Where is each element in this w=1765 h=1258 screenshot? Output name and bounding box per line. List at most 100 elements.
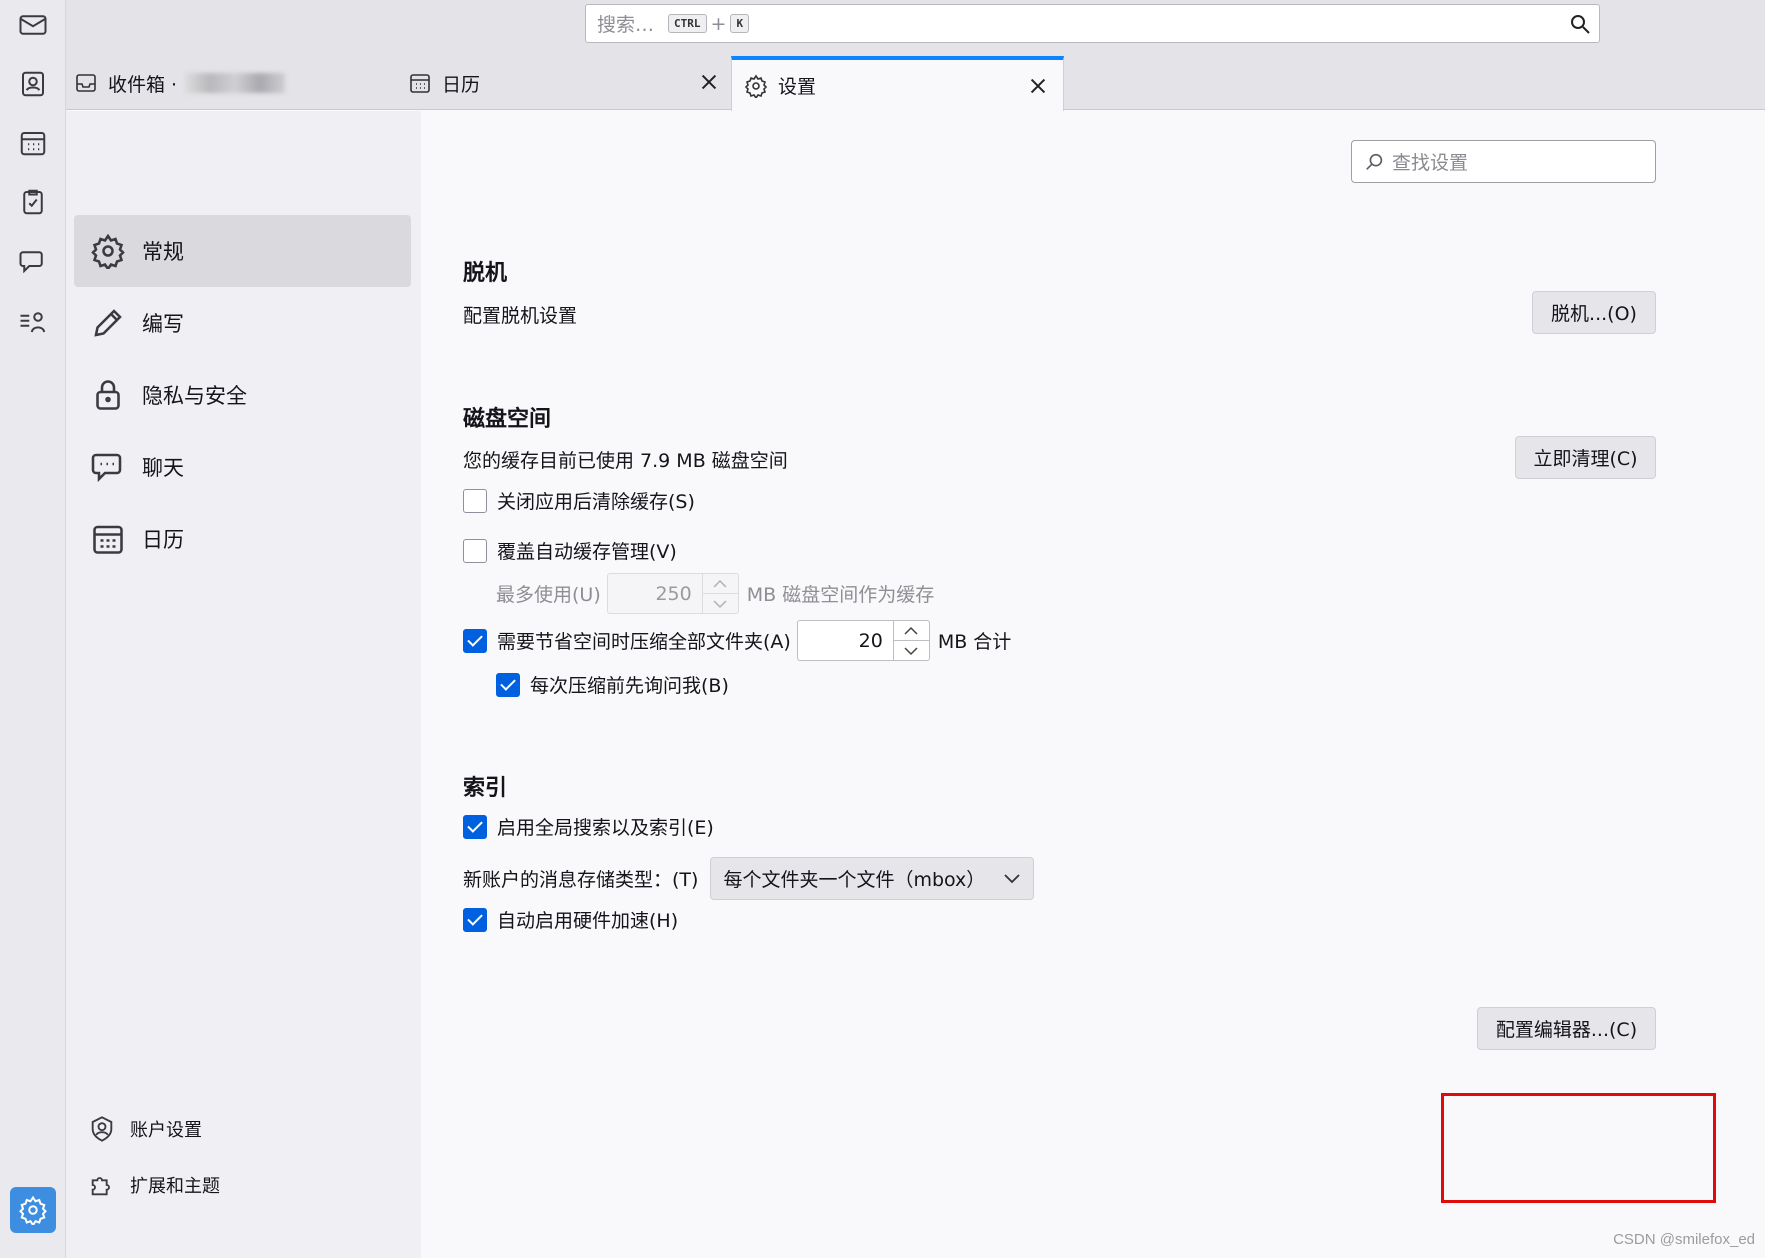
accounts-icon[interactable] (15, 304, 51, 340)
max-cache-value: 250 (655, 582, 692, 605)
tab-calendar[interactable]: 日历 (408, 56, 728, 110)
cache-usage-desc: 您的缓存目前已使用 7.9 MB 磁盘空间 (463, 450, 788, 472)
max-cache-row: 最多使用(U) 250 MB 磁盘空间作为缓存 (496, 573, 934, 614)
kbd-plus: + (710, 12, 727, 35)
max-use-label: 最多使用(U) (496, 584, 601, 606)
global-search-input[interactable]: 搜索… CTRL + K (585, 4, 1600, 43)
mail-icon[interactable] (15, 7, 51, 43)
address-book-icon[interactable] (15, 66, 51, 102)
redacted-account (185, 73, 286, 93)
tab-settings[interactable]: 设置 (731, 56, 1064, 111)
config-editor-button[interactable]: 配置编辑器...(C) (1477, 1007, 1656, 1050)
clear-cache-label: 立即清理(C) (1533, 448, 1638, 470)
nav-label: 日历 (142, 528, 184, 552)
clear-cache-button[interactable]: 立即清理(C) (1515, 436, 1656, 479)
spin-down-icon[interactable] (893, 640, 929, 660)
gear-icon (744, 74, 768, 98)
settings-nav: 常规 编写 隐私与安全 聊天 日历 账户设置 扩展和主题 (66, 111, 421, 1258)
config-editor-label: 配置编辑器...(C) (1495, 1019, 1638, 1041)
ask-before-checkbox[interactable] (496, 672, 520, 697)
settings-space-button[interactable] (10, 1187, 56, 1233)
hw-accel-row[interactable]: 自动启用硬件加速(H) (463, 906, 678, 933)
close-icon[interactable] (1027, 75, 1049, 97)
tab-bar: 收件箱 · 日历 设置 (66, 56, 1765, 111)
max-cache-stepper[interactable]: 250 (606, 573, 739, 614)
section-title-offline: 脱机 (463, 261, 508, 286)
tasks-icon[interactable] (15, 184, 51, 220)
nav-label: 隐私与安全 (142, 384, 247, 408)
tab-inbox[interactable]: 收件箱 · (74, 56, 394, 110)
find-placeholder: 查找设置 (1392, 152, 1469, 174)
section-title-disk: 磁盘空间 (463, 407, 552, 432)
calendar-icon (410, 74, 430, 93)
compact-checkbox[interactable] (463, 628, 487, 653)
kbd-ctrl: CTRL (668, 14, 707, 33)
section-title-indexing: 索引 (463, 776, 508, 801)
search-icon[interactable] (1568, 12, 1592, 36)
search-placeholder: 搜索… (597, 14, 655, 36)
spin-up-icon[interactable] (894, 621, 929, 640)
storage-type-value: 每个文件夹一个文件（mbox） (723, 869, 986, 891)
nav-item-privacy[interactable]: 隐私与安全 (74, 359, 411, 431)
offline-desc: 配置脱机设置 (463, 305, 578, 327)
nav-item-compose[interactable]: 编写 (74, 287, 411, 359)
kbd-k: K (730, 14, 750, 33)
spin-down-icon[interactable] (702, 593, 738, 613)
gear-icon (91, 233, 125, 269)
compact-suffix: MB 合计 (937, 631, 1012, 653)
gear-icon (19, 1195, 47, 1225)
nav-label: 编写 (142, 312, 184, 336)
tab-label: 设置 (778, 76, 817, 98)
override-cache-label: 覆盖自动缓存管理(V) (497, 541, 677, 563)
override-cache-row[interactable]: 覆盖自动缓存管理(V) (463, 537, 677, 564)
clear-on-close-checkbox[interactable] (463, 488, 487, 513)
inbox-icon (76, 74, 96, 92)
hw-accel-checkbox[interactable] (463, 907, 487, 932)
chat-icon[interactable] (15, 243, 51, 279)
ask-before-row[interactable]: 每次压缩前先询问我(B) (496, 671, 729, 698)
max-use-suffix: MB 磁盘空间作为缓存 (746, 584, 935, 606)
tab-label: 日历 (442, 73, 481, 96)
nav-foot-label: 扩展和主题 (130, 1176, 220, 1197)
spaces-toolbar (0, 0, 66, 1258)
nav-account-settings[interactable]: 账户设置 (88, 1109, 202, 1149)
chevron-down-icon (1004, 873, 1020, 883)
tab-label: 收件箱 · (108, 73, 178, 96)
offline-button[interactable]: 脱机...(O) (1532, 291, 1656, 334)
clear-on-close-row[interactable]: 关闭应用后清除缓存(S) (463, 487, 695, 514)
chat-icon (91, 453, 122, 483)
nav-item-general[interactable]: 常规 (74, 215, 411, 287)
ask-before-label: 每次压缩前先询问我(B) (530, 675, 729, 697)
lock-icon (96, 380, 120, 410)
settings-content: 查找设置 脱机 配置脱机设置 脱机...(O) 磁盘空间 您的缓存目前已使用 7… (421, 111, 1765, 1258)
compact-label: 需要节省空间时压缩全部文件夹(A) (497, 631, 791, 653)
hw-accel-label: 自动启用硬件加速(H) (497, 910, 679, 932)
spin-up-icon[interactable] (703, 574, 738, 593)
account-icon (91, 1116, 113, 1142)
clear-on-close-label: 关闭应用后清除缓存(S) (497, 491, 695, 513)
global-search-row[interactable]: 启用全局搜索以及索引(E) (463, 813, 714, 840)
nav-item-calendar[interactable]: 日历 (74, 503, 411, 575)
global-search-label: 启用全局搜索以及索引(E) (497, 817, 714, 839)
calendar-icon[interactable] (15, 125, 51, 161)
search-icon (1366, 153, 1383, 170)
nav-foot-label: 账户设置 (130, 1120, 202, 1141)
watermark: CSDN @smilefox_ed (1613, 1231, 1755, 1248)
nav-item-chat[interactable]: 聊天 (74, 431, 411, 503)
close-icon[interactable] (698, 71, 720, 93)
nav-label: 聊天 (142, 456, 184, 480)
compact-row[interactable]: 需要节省空间时压缩全部文件夹(A) 20 MB 合计 (463, 620, 1011, 661)
global-search-checkbox[interactable] (463, 814, 487, 839)
compact-value: 20 (858, 629, 883, 652)
override-cache-checkbox[interactable] (463, 538, 487, 563)
storage-type-select[interactable]: 每个文件夹一个文件（mbox） (710, 857, 1035, 900)
nav-label: 常规 (142, 240, 184, 264)
highlight-annotation (1441, 1093, 1716, 1203)
storage-type-label: 新账户的消息存储类型：(T) (463, 869, 699, 891)
top-bar: 搜索… CTRL + K (66, 0, 1765, 56)
nav-addons[interactable]: 扩展和主题 (88, 1165, 220, 1205)
offline-button-label: 脱机...(O) (1551, 303, 1637, 325)
find-settings-input[interactable]: 查找设置 (1351, 140, 1656, 183)
calendar-icon (93, 525, 123, 554)
compact-stepper[interactable]: 20 (796, 620, 930, 661)
